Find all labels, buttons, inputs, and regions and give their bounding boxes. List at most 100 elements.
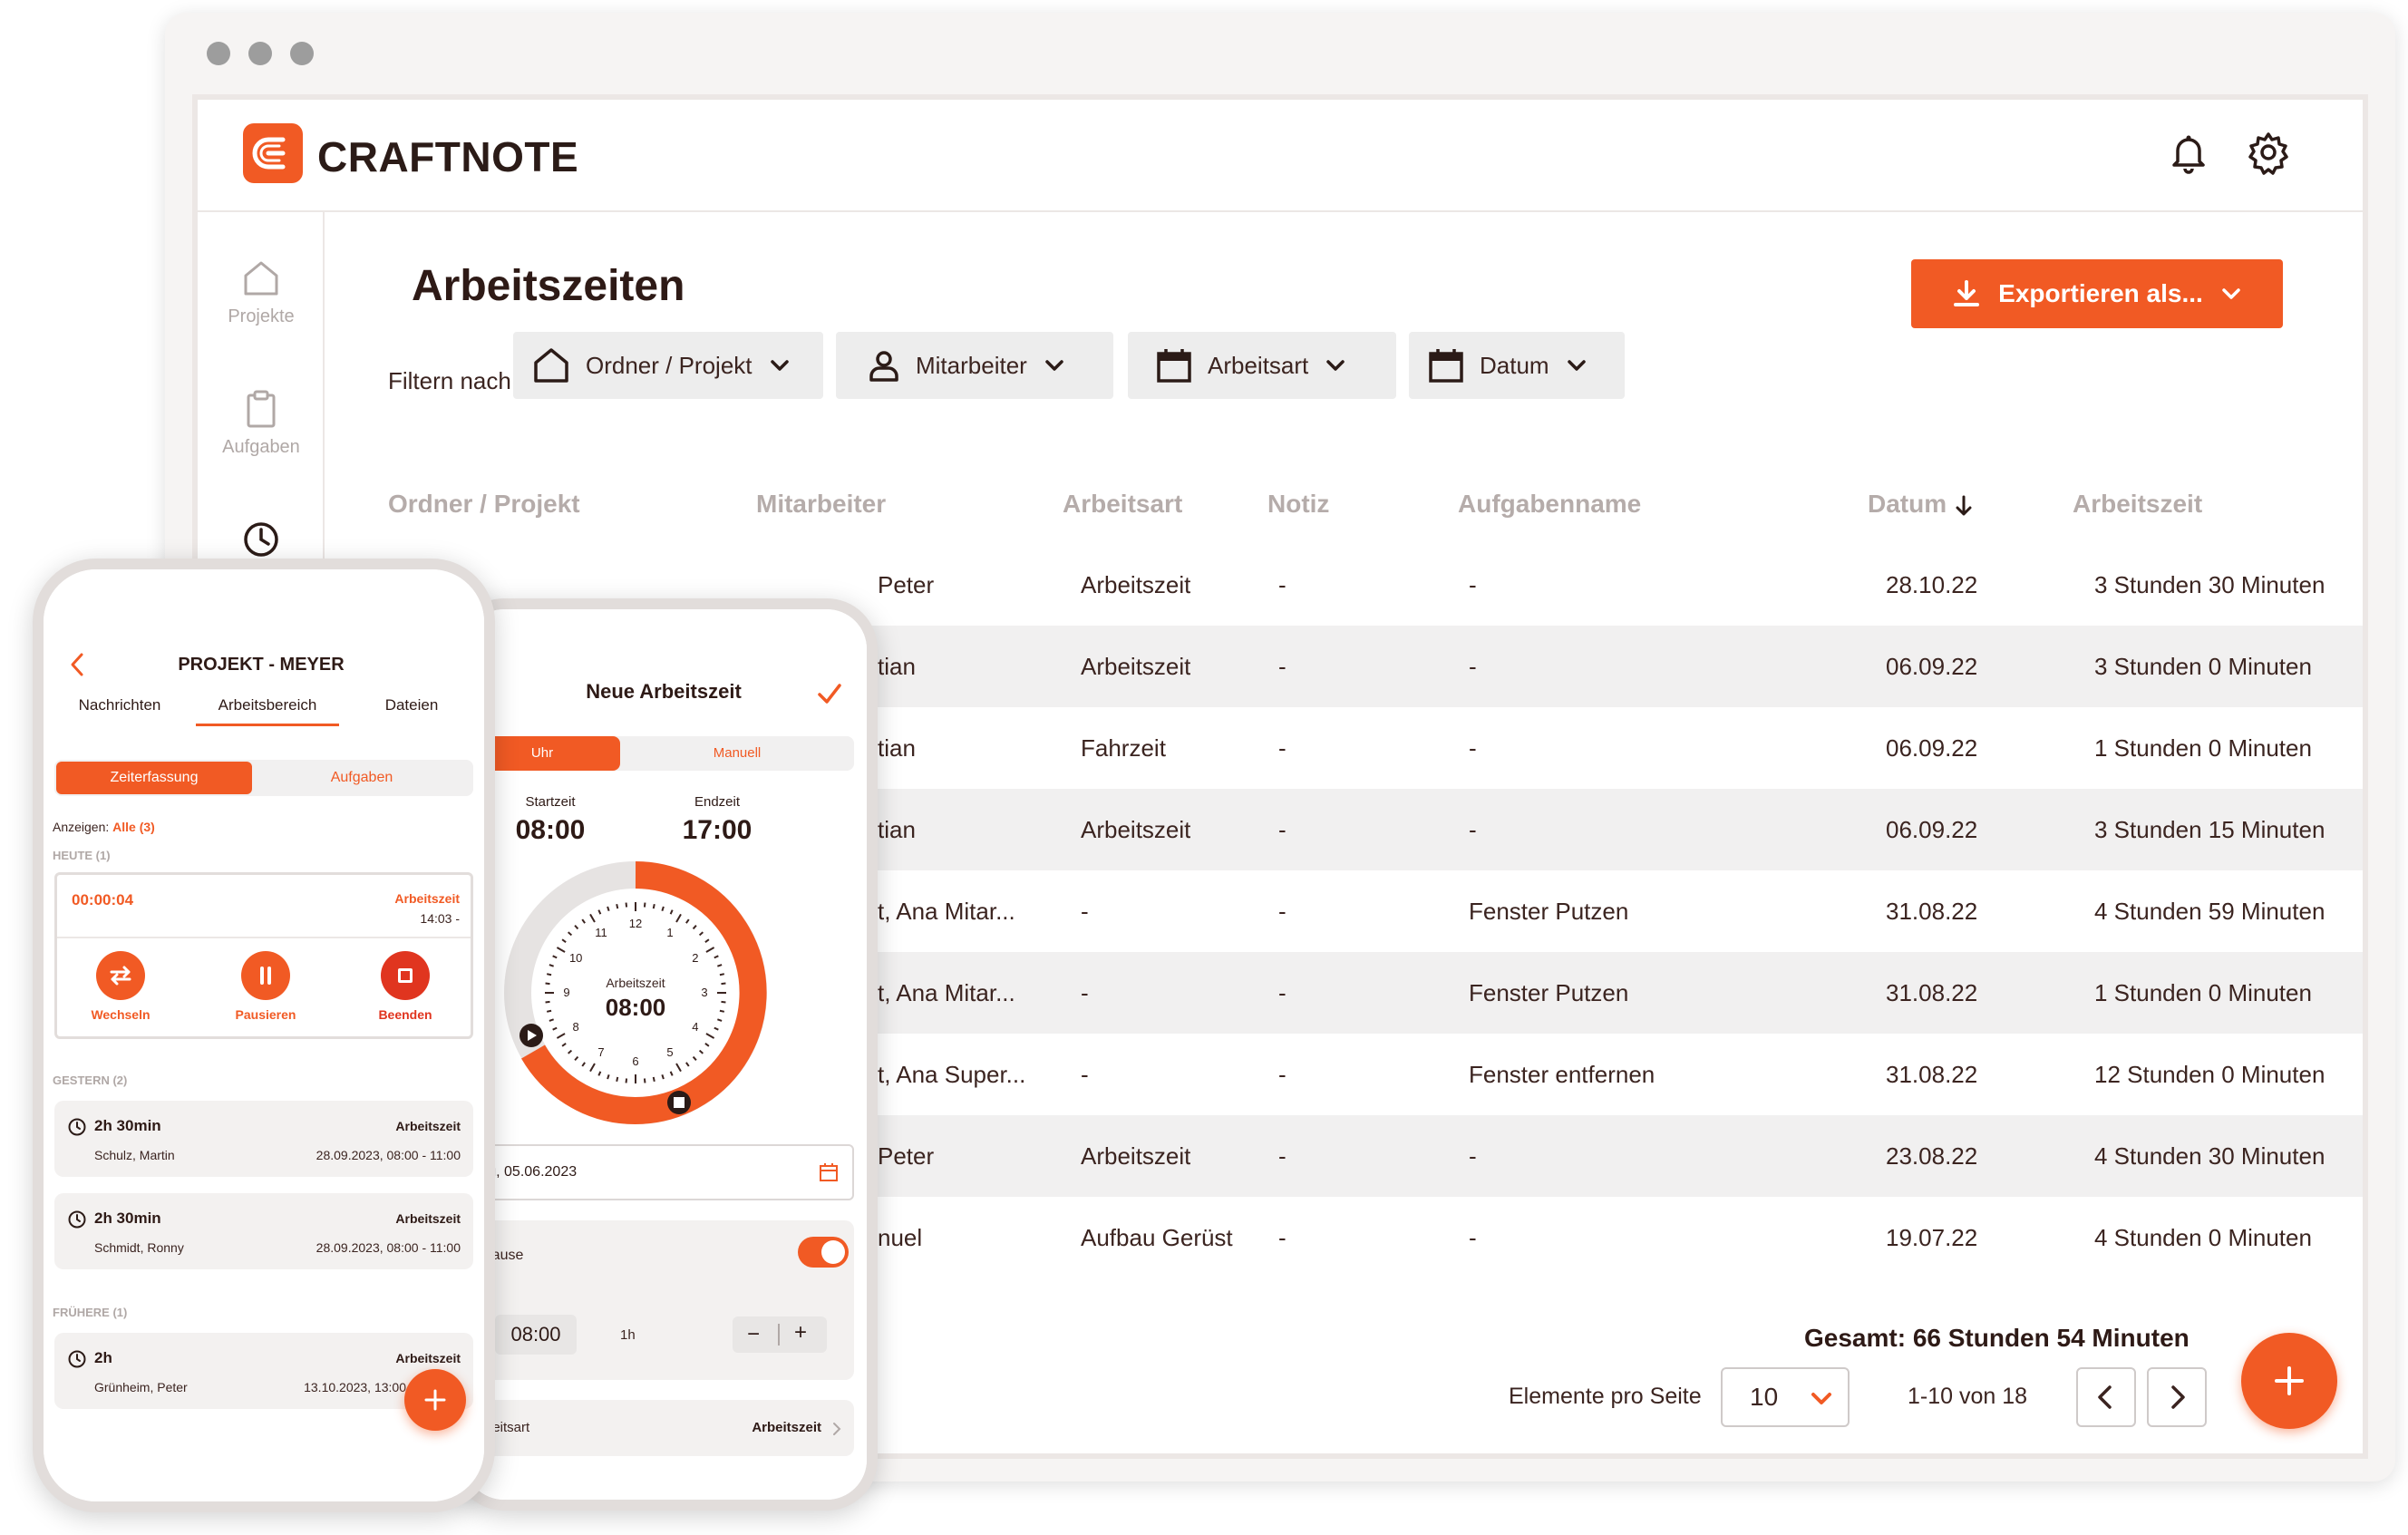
cell-datum: 06.09.22 (1886, 816, 1978, 843)
column-header-arbeitszeit[interactable]: Arbeitszeit (2073, 490, 2202, 519)
cell-datum: 23.08.22 (1886, 1142, 1978, 1170)
column-header-datum[interactable]: Datum (1868, 490, 1974, 519)
chevron-down-icon (1326, 360, 1345, 371)
bell-icon[interactable] (2163, 127, 2214, 178)
dial-number: 6 (632, 1054, 639, 1068)
cell-mitarbeiter: nuel (878, 1224, 923, 1251)
stop-icon (381, 951, 430, 1000)
clock-icon (68, 1350, 86, 1368)
dial-number: 3 (701, 986, 708, 999)
sidebar-item-projekte[interactable]: Projekte (198, 257, 325, 327)
clipboard-icon (247, 390, 276, 428)
chevron-right-icon (833, 1423, 841, 1435)
check-icon[interactable] (814, 678, 845, 709)
filter-datum[interactable]: Datum (1409, 332, 1625, 399)
cell-arbeitsart: Aufbau Gerüst (1081, 1224, 1233, 1251)
phone-project: PROJEKT - MEYER Nachrichten Arbeitsberei… (33, 559, 495, 1512)
project-title: PROJEKT - MEYER (178, 655, 345, 675)
timer-type: Arbeitszeit (394, 891, 460, 906)
sidebar-item-aufgaben[interactable]: Aufgaben (198, 388, 325, 458)
column-header-notiz[interactable]: Notiz (1267, 490, 1329, 519)
filter-ordner-projekt[interactable]: Ordner / Projekt (513, 332, 823, 399)
cell-aufgabe: Fenster entfernen (1469, 1061, 1656, 1088)
cell-mitarbeiter: Peter (878, 1142, 935, 1170)
total-hours: Gesamt: 66 Stunden 54 Minuten (1804, 1324, 2190, 1352)
dial-number: 5 (666, 1044, 674, 1059)
cell-arbeitsart: - (1081, 1061, 1089, 1088)
next-page-button[interactable] (2147, 1367, 2207, 1427)
pause-time-input[interactable]: 08:00 (495, 1315, 577, 1355)
calendar-icon (820, 1163, 838, 1181)
tab-dateien[interactable]: Dateien (366, 696, 457, 714)
export-button[interactable]: Exportieren als... (1911, 259, 2283, 328)
end-time[interactable]: Endzeit 17:00 (658, 794, 776, 846)
phone-add-button[interactable] (404, 1369, 466, 1431)
dial-numbers: 12 1 2 3 4 5 6 7 8 9 10 11 (504, 861, 767, 1124)
column-header-ordner-projekt[interactable]: Ordner / Projekt (388, 490, 580, 519)
pagination-info: 1-10 von 18 (1908, 1384, 2028, 1409)
cell-datum: 31.08.22 (1886, 898, 1978, 925)
chevron-left-icon (2098, 1385, 2112, 1409)
list-item[interactable]: 2h 30min Arbeitszeit Schmidt, Ronny 28.0… (54, 1193, 473, 1269)
mode-segment: Uhr Manuell (464, 736, 854, 771)
start-time[interactable]: Startzeit 08:00 (491, 794, 609, 846)
cell-arbeitsart: Fahrzeit (1081, 734, 1166, 762)
end-value: 17:00 (682, 815, 752, 845)
window-close-dot[interactable] (207, 42, 230, 65)
switch-button[interactable]: Wechseln (79, 951, 162, 1022)
entry-type: Arbeitszeit (395, 1211, 461, 1226)
cell-aufgabe: - (1469, 571, 1477, 598)
gear-icon[interactable] (2243, 127, 2294, 178)
stepper-plus-button[interactable]: + (794, 1320, 807, 1346)
window-minimize-dot[interactable] (248, 42, 272, 65)
show-filter-label: Anzeigen: (53, 820, 110, 834)
cell-arbeitsart: Arbeitszeit (1081, 653, 1191, 680)
dial-number: 8 (572, 1020, 579, 1034)
cell-arbeitszeit: 3 Stunden 15 Minuten (2094, 816, 2325, 843)
tab-arbeitsbereich[interactable]: Arbeitsbereich (196, 696, 339, 726)
clock-icon (244, 522, 278, 557)
cell-aufgabe: - (1469, 1142, 1477, 1170)
per-page-select[interactable]: 10 (1721, 1367, 1850, 1427)
segment-aufgaben[interactable]: Aufgaben (252, 762, 471, 794)
cell-arbeitsart: Arbeitszeit (1081, 816, 1191, 843)
cell-notiz: - (1278, 734, 1287, 762)
filter-label: Filtern nach (388, 367, 511, 394)
column-header-mitarbeiter[interactable]: Mitarbeiter (756, 490, 886, 519)
sort-arrow-down-icon (1956, 495, 1972, 516)
pause-toggle[interactable] (798, 1237, 849, 1268)
column-header-aufgabenname[interactable]: Aufgabenname (1458, 490, 1641, 519)
cell-arbeitszeit: 4 Stunden 59 Minuten (2094, 898, 2325, 925)
tab-nachrichten[interactable]: Nachrichten (65, 696, 174, 714)
entry-range: 28.09.2023, 08:00 - 11:00 (316, 1148, 461, 1162)
pause-button[interactable]: Pausieren (224, 951, 307, 1022)
entry-person: Schulz, Martin (94, 1148, 175, 1162)
show-filter[interactable]: Anzeigen: Alle (3) (53, 820, 155, 834)
back-arrow-icon[interactable] (67, 651, 87, 678)
worktype-row[interactable]: Arbeitsart Arbeitszeit (464, 1400, 854, 1456)
show-filter-value: Alle (3) (112, 820, 155, 834)
sidebar-item-label: Projekte (228, 306, 295, 326)
timer-start: 14:03 - (420, 911, 460, 926)
view-segment: Zeiterfassung Aufgaben (54, 760, 473, 796)
filter-mitarbeiter[interactable]: Mitarbeiter (836, 332, 1113, 399)
segment-manuell[interactable]: Manuell (620, 736, 854, 771)
pause-stepper: − + (733, 1316, 827, 1353)
prev-page-button[interactable] (2076, 1367, 2136, 1427)
window-maximize-dot[interactable] (290, 42, 314, 65)
entry-type: Arbeitszeit (395, 1119, 461, 1133)
dial-number: 2 (692, 951, 699, 965)
entry-duration: 2h 30min (94, 1210, 161, 1227)
start-value: 08:00 (515, 815, 586, 845)
cell-notiz: - (1278, 571, 1287, 598)
stop-button[interactable]: Beenden (364, 951, 447, 1022)
list-item[interactable]: 2h 30min Arbeitszeit Schulz, Martin 28.0… (54, 1101, 473, 1177)
add-button[interactable] (2241, 1333, 2337, 1429)
date-field[interactable]: um ntag, 05.06.2023 (464, 1135, 854, 1200)
stepper-minus-button[interactable]: − (747, 1322, 760, 1347)
clock-icon (68, 1210, 86, 1229)
plus-icon (2275, 1366, 2304, 1395)
segment-zeiterfassung[interactable]: Zeiterfassung (56, 762, 252, 794)
filter-arbeitsart[interactable]: Arbeitsart (1128, 332, 1396, 399)
column-header-arbeitsart[interactable]: Arbeitsart (1063, 490, 1182, 519)
